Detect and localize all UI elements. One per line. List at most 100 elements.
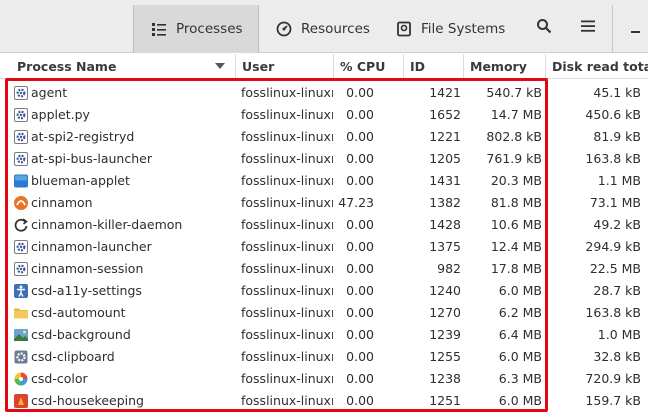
user-cell: fosslinux-linuxmint — [241, 261, 333, 276]
memory-cell: 802.8 kB — [486, 129, 542, 144]
user-cell: fosslinux-linuxmint — [241, 305, 333, 320]
memory-cell: 6.0 MB — [498, 283, 542, 298]
column-label: User — [242, 59, 275, 74]
user-cell: fosslinux-linuxmint — [241, 349, 333, 364]
tab-label: Resources — [301, 21, 370, 37]
refresh-icon — [14, 218, 28, 232]
table-row[interactable]: csd-housekeeping fosslinux-linuxmint 0.00 1… — [0, 390, 648, 412]
menu-button[interactable] — [576, 14, 600, 38]
memory-cell: 6.3 MB — [498, 371, 542, 386]
search-button[interactable] — [532, 14, 556, 38]
id-cell: 1652 — [429, 107, 461, 122]
table-row[interactable]: csd-clipboard fosslinux-linuxmint 0.00 1255… — [0, 346, 648, 368]
id-cell: 1270 — [429, 305, 461, 320]
tab-processes[interactable]: Processes — [133, 5, 259, 53]
gear-doc-icon — [14, 130, 28, 144]
process-name-cell: at-spi2-registryd — [31, 129, 135, 144]
disk-read-cell: 28.7 kB — [593, 283, 641, 298]
table-row[interactable]: cinnamon-killer-daemon fosslinux-linuxmin… — [0, 214, 648, 236]
column-header-id[interactable]: ID — [404, 54, 464, 79]
table-row[interactable]: csd-a11y-settings fosslinux-linuxmint 0.00… — [0, 280, 648, 302]
process-list: agent fosslinux-linuxmint 0.00 1421 540.7 kB… — [0, 82, 648, 412]
user-cell: fosslinux-linuxmint — [241, 327, 333, 342]
minimize-icon[interactable] — [631, 31, 640, 33]
cpu-cell: 0.00 — [346, 85, 374, 100]
column-header-process-name[interactable]: Process Name — [0, 54, 236, 79]
table-row[interactable]: cinnamon-launcher fosslinux-linuxmint 0.00… — [0, 236, 648, 258]
id-cell: 1238 — [429, 371, 461, 386]
cpu-cell: 0.00 — [346, 173, 374, 188]
disk-read-cell: 1.0 MB — [597, 327, 641, 342]
table-row[interactable]: blueman-applet fosslinux-linuxmint 0.00 143… — [0, 170, 648, 192]
table-row[interactable]: csd-background fosslinux-linuxmint 0.00 123… — [0, 324, 648, 346]
tab-resources[interactable]: Resources — [259, 5, 381, 53]
process-name-cell: csd-background — [31, 327, 131, 342]
disk-read-cell: 1.1 MB — [597, 173, 641, 188]
memory-cell: 6.4 MB — [498, 327, 542, 342]
id-cell: 1428 — [429, 217, 461, 232]
cpu-cell: 0.00 — [346, 393, 374, 408]
id-cell: 1240 — [429, 283, 461, 298]
column-label: % CPU — [340, 59, 386, 74]
table-row[interactable]: applet.py fosslinux-linuxmint 0.00 1652 14.7… — [0, 104, 648, 126]
color-wheel-icon — [14, 372, 28, 386]
memory-cell: 20.3 MB — [490, 173, 542, 188]
process-name-cell: csd-color — [31, 371, 88, 386]
process-name-cell: cinnamon — [31, 195, 93, 210]
disk-read-cell: 163.8 kB — [585, 305, 641, 320]
user-cell: fosslinux-linuxmint — [241, 129, 333, 144]
memory-cell: 10.6 MB — [490, 217, 542, 232]
process-name-cell: at-spi-bus-launcher — [31, 151, 152, 166]
id-cell: 1221 — [429, 129, 461, 144]
user-cell: fosslinux-linuxmint — [241, 217, 333, 232]
table-row[interactable]: csd-color fosslinux-linuxmint 0.00 1238 6.3 … — [0, 368, 648, 390]
column-header-memory[interactable]: Memory — [464, 54, 546, 79]
gear-doc-icon — [14, 86, 28, 100]
id-cell: 1421 — [429, 85, 461, 100]
column-header-disk-read-total[interactable]: Disk read total — [546, 54, 648, 79]
memory-cell: 6.0 MB — [498, 393, 542, 408]
process-name-cell: agent — [31, 85, 68, 100]
table-row[interactable]: cinnamon fosslinux-linuxmint 47.23 1382 81.8… — [0, 192, 648, 214]
sort-descending-icon — [215, 63, 225, 69]
disk-read-cell: 720.9 kB — [585, 371, 641, 386]
table-row[interactable]: agent fosslinux-linuxmint 0.00 1421 540.7 kB… — [0, 82, 648, 104]
gear-doc-icon — [14, 108, 28, 122]
cpu-cell: 0.00 — [346, 305, 374, 320]
column-label: Memory — [470, 59, 527, 74]
table-row[interactable]: cinnamon-session fosslinux-linuxmint 0.00 9… — [0, 258, 648, 280]
disk-read-cell: 163.8 kB — [585, 151, 641, 166]
process-name-cell: csd-housekeeping — [31, 393, 144, 408]
column-header-cpu[interactable]: % CPU — [334, 54, 404, 79]
id-cell: 1239 — [429, 327, 461, 342]
tab-label: File Systems — [421, 21, 506, 37]
hamburger-menu-icon — [581, 20, 595, 32]
process-name-cell: cinnamon-launcher — [31, 239, 152, 254]
disk-read-cell: 450.6 kB — [585, 107, 641, 122]
cpu-cell: 0.00 — [346, 349, 374, 364]
blue-square-icon — [14, 174, 28, 188]
disk-read-cell: 49.2 kB — [593, 217, 641, 232]
column-label: Process Name — [17, 59, 117, 74]
cpu-cell: 0.00 — [346, 107, 374, 122]
tab-file-systems[interactable]: File Systems — [381, 5, 509, 53]
id-cell: 1205 — [429, 151, 461, 166]
cpu-cell: 0.00 — [346, 371, 374, 386]
table-row[interactable]: at-spi2-registryd fosslinux-linuxmint 0.00… — [0, 126, 648, 148]
accessibility-icon — [14, 284, 28, 298]
process-name-cell: cinnamon-killer-daemon — [31, 217, 183, 232]
wallpaper-icon — [14, 329, 28, 341]
gear-doc-icon — [14, 262, 28, 276]
process-name-cell: csd-automount — [31, 305, 126, 320]
memory-cell: 17.8 MB — [490, 261, 542, 276]
column-header-user[interactable]: User — [236, 54, 334, 79]
disk-read-cell: 73.1 MB — [589, 195, 641, 210]
user-cell: fosslinux-linuxmint — [241, 283, 333, 298]
memory-cell: 6.2 MB — [498, 305, 542, 320]
user-cell: fosslinux-linuxmint — [241, 371, 333, 386]
disk-read-cell: 159.7 kB — [585, 393, 641, 408]
memory-cell: 6.0 MB — [498, 349, 542, 364]
table-row[interactable]: at-spi-bus-launcher fosslinux-linuxmint 0.… — [0, 148, 648, 170]
table-row[interactable]: csd-automount fosslinux-linuxmint 0.00 1270… — [0, 302, 648, 324]
process-name-cell: applet.py — [31, 107, 90, 122]
